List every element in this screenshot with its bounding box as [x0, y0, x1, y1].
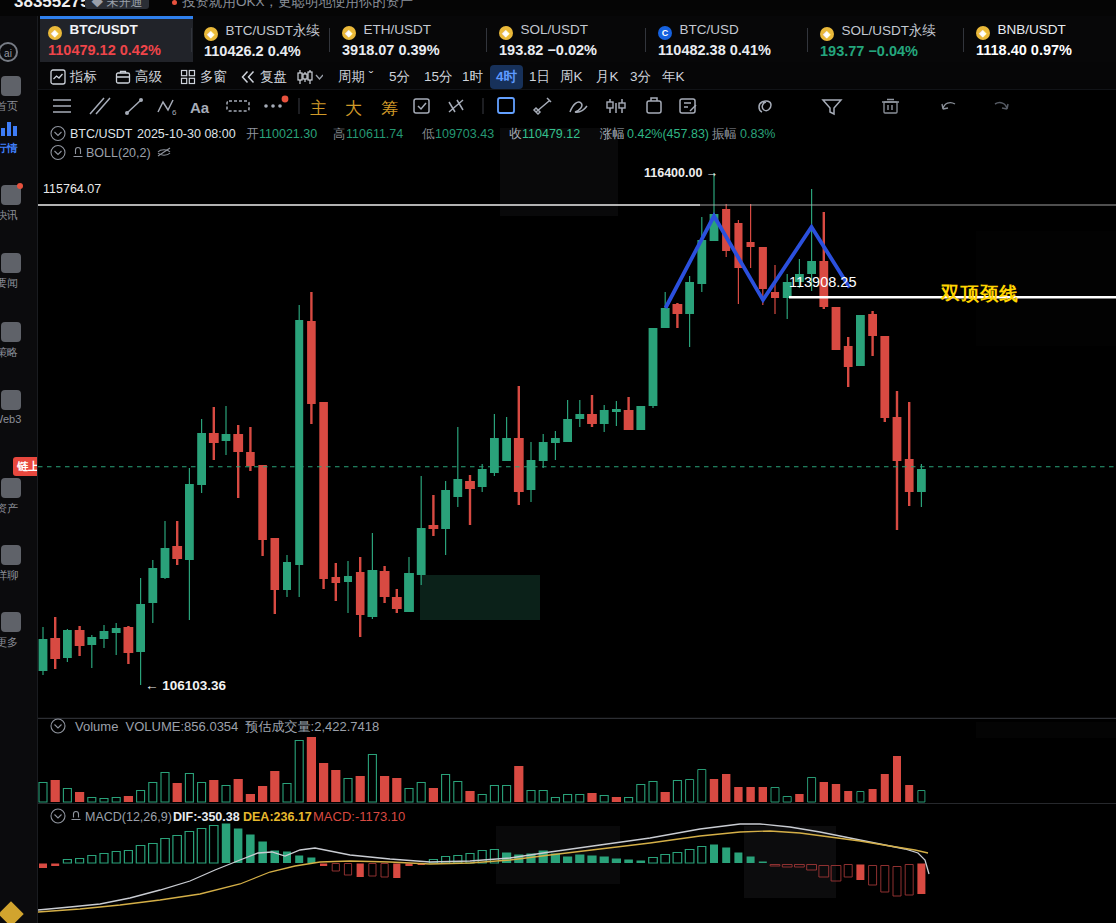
svg-text:MACD:-1173.10: MACD:-1173.10 [313, 809, 405, 824]
svg-text:109703.43: 109703.43 [435, 127, 494, 141]
svg-text:110479.12: 110479.12 [522, 127, 580, 141]
svg-text:MACD(12,26,9): MACD(12,26,9) [85, 810, 172, 824]
svg-text:2025-10-30 08:00: 2025-10-30 08:00 [137, 127, 236, 141]
svg-text:主: 主 [310, 99, 327, 118]
svg-text:0.83%: 0.83% [740, 127, 775, 141]
svg-text:DIF:-350.38: DIF:-350.38 [173, 810, 240, 824]
svg-text:双顶颈线: 双顶颈线 [940, 283, 1019, 304]
svg-text:110021.30: 110021.30 [259, 127, 317, 141]
svg-text:6: 6 [172, 108, 177, 117]
svg-text:开: 开 [246, 127, 259, 141]
svg-text:涨幅: 涨幅 [599, 127, 625, 141]
svg-text:低: 低 [422, 127, 435, 141]
svg-text:110611.74: 110611.74 [346, 127, 403, 141]
svg-text:收: 收 [509, 127, 522, 141]
svg-text:筹: 筹 [381, 99, 398, 118]
svg-text:BOLL(20,2): BOLL(20,2) [86, 146, 151, 160]
svg-text:113908.25: 113908.25 [789, 274, 856, 290]
svg-text:BTC/USDT: BTC/USDT [70, 127, 133, 141]
svg-text:高: 高 [333, 127, 346, 141]
svg-text:Volume VOLUME:856.0354 预估成交量: Volume VOLUME:856.0354 预估成交量:2,422.7418 [75, 719, 379, 734]
svg-text:← 106103.36: ← 106103.36 [145, 678, 227, 693]
svg-text:Aa: Aa [190, 99, 210, 116]
svg-text:116400.00 →: 116400.00 → [644, 166, 718, 180]
svg-text:DEA:236.17: DEA:236.17 [243, 810, 312, 824]
svg-text:115764.07: 115764.07 [43, 182, 101, 196]
svg-text:振幅: 振幅 [712, 127, 737, 141]
svg-text:大: 大 [345, 99, 362, 118]
svg-text:0.42%(457.83): 0.42%(457.83) [627, 127, 709, 141]
